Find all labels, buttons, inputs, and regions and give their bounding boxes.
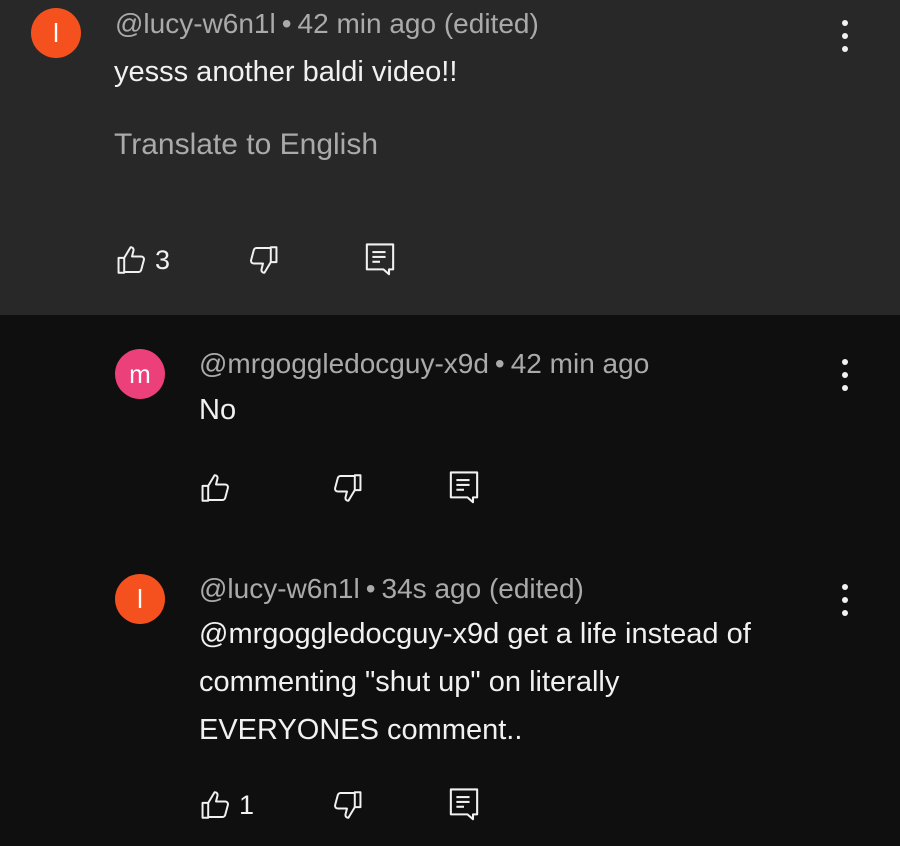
separator: • (281, 8, 292, 39)
comment-meta: @lucy-w6n1l • 34s ago (edited) (199, 573, 584, 605)
comment-meta: @lucy-w6n1l • 42 min ago (edited) (115, 8, 539, 40)
comment-text-line: commenting "shut up" on literally (199, 666, 620, 698)
avatar[interactable]: l (115, 574, 165, 624)
more-vert-icon[interactable] (835, 357, 855, 393)
edited-label: (edited) (443, 8, 539, 39)
dislike-button[interactable] (330, 471, 364, 505)
reply-icon (365, 243, 395, 276)
comment-text: No (199, 394, 237, 426)
like-button[interactable] (199, 471, 233, 505)
thumbs-up-icon (117, 246, 145, 274)
reply-icon (449, 788, 479, 821)
more-vert-icon[interactable] (835, 582, 855, 618)
like-button[interactable]: 1 (199, 788, 254, 822)
like-button[interactable]: 3 (115, 243, 170, 277)
comment-meta: @mrgoggledocguy-x9d • 42 min ago (199, 348, 649, 380)
dislike-button[interactable] (330, 788, 364, 822)
thumbs-down-icon (334, 791, 362, 819)
reply-button[interactable] (447, 469, 481, 505)
author-name[interactable]: @lucy-w6n1l (115, 8, 276, 39)
avatar[interactable]: m (115, 349, 165, 399)
reply-icon (449, 471, 479, 504)
comment-text-line: @mrgoggledocguy-x9d get a life instead o… (199, 618, 751, 650)
thumbs-up-icon (201, 791, 229, 819)
separator: • (365, 573, 376, 604)
like-count: 3 (155, 244, 171, 275)
timestamp: 42 min ago (510, 348, 650, 379)
reply-button[interactable] (447, 786, 481, 822)
avatar-letter: l (53, 17, 59, 48)
author-name[interactable]: @lucy-w6n1l (199, 573, 360, 604)
avatar-letter: m (129, 358, 151, 389)
thumbs-up-icon (201, 474, 229, 502)
comment-text: @mrgoggledocguy-x9d get a life instead o… (199, 610, 751, 754)
thumbs-down-icon (334, 474, 362, 502)
comment-2: m @mrgoggledocguy-x9d • 42 min ago No (0, 315, 900, 550)
comment-text-line: EVERYONES comment.. (199, 714, 523, 746)
like-count: 1 (239, 789, 255, 820)
reply-button[interactable] (363, 241, 397, 277)
translate-link[interactable]: Translate to English (114, 128, 378, 162)
comment-1: l @lucy-w6n1l • 42 min ago (edited) yesss … (0, 0, 900, 315)
comment-3: l @lucy-w6n1l • 34s ago (edited) @mrgoggle… (0, 550, 900, 846)
edited-label: (edited) (488, 573, 584, 604)
comment-text: yesss another baldi video!! (114, 56, 458, 88)
thumbs-down-icon (250, 246, 278, 274)
timestamp: 34s ago (381, 573, 482, 604)
separator: • (494, 348, 505, 379)
avatar[interactable]: l (31, 8, 81, 58)
dislike-button[interactable] (246, 243, 280, 277)
timestamp: 42 min ago (297, 8, 437, 39)
more-vert-icon[interactable] (835, 18, 855, 54)
avatar-letter: l (137, 583, 143, 614)
author-name[interactable]: @mrgoggledocguy-x9d (199, 348, 489, 379)
